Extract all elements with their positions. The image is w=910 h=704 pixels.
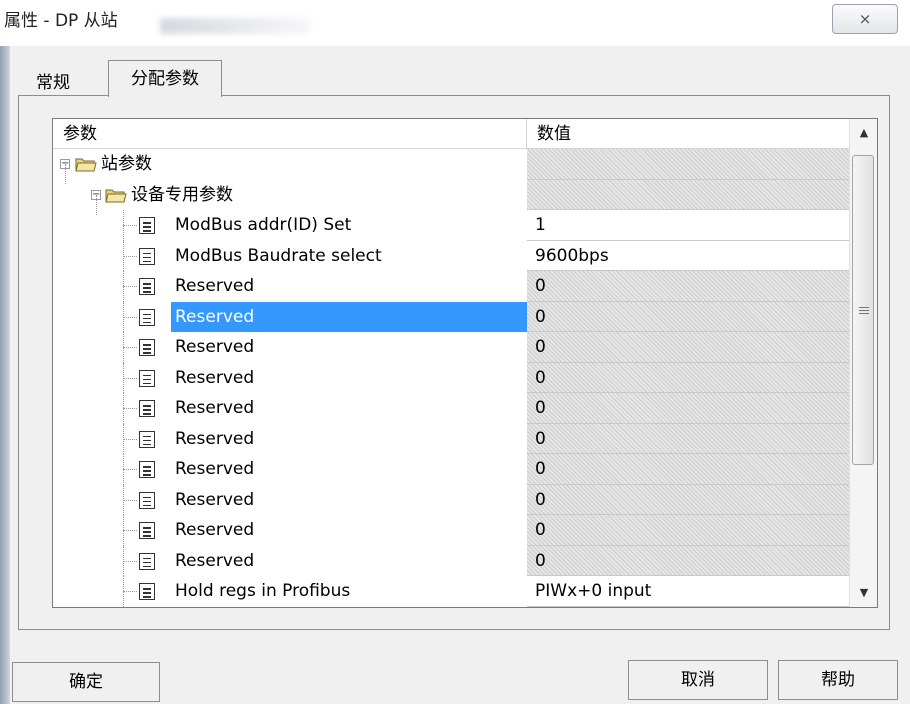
parameter-label[interactable]: Reserved bbox=[175, 485, 254, 515]
tree-line bbox=[123, 255, 137, 257]
tree-line bbox=[123, 438, 137, 440]
scroll-down-icon[interactable]: ▼ bbox=[850, 579, 877, 607]
parameter-label[interactable]: Reserved bbox=[175, 393, 254, 423]
grip-line bbox=[859, 310, 869, 311]
parameter-icon bbox=[139, 217, 155, 234]
close-button[interactable]: ⨯ bbox=[832, 4, 898, 34]
parameter-icon bbox=[139, 278, 155, 295]
tree-folder-label[interactable]: 设备专用参数 bbox=[131, 180, 233, 210]
tree-line bbox=[123, 469, 137, 470]
table-row[interactable]: Hold regs in Profibus PIWx+0 input bbox=[53, 576, 849, 607]
table-row[interactable]: − 设备专用参数 bbox=[53, 179, 849, 210]
parameter-label[interactable]: Reserved bbox=[175, 515, 254, 545]
parameter-label[interactable]: Reserved bbox=[175, 332, 254, 362]
table-row[interactable]: Reserved 0 bbox=[53, 423, 849, 454]
parameter-icon bbox=[139, 400, 155, 417]
tree-line bbox=[123, 377, 137, 379]
tree-line bbox=[65, 164, 66, 184]
table-row[interactable]: − 站参数 bbox=[53, 149, 849, 180]
parameter-list[interactable]: 参数 数值 − 站参数 − 设备专用参数 ModBus addr(ID) Set 1 Mod… bbox=[52, 118, 878, 608]
grip-line bbox=[859, 313, 869, 314]
parameter-value: 0 bbox=[527, 545, 849, 576]
parameter-icon bbox=[139, 430, 155, 448]
parameter-value[interactable]: 1 bbox=[527, 210, 849, 241]
tree-folder-label[interactable]: 站参数 bbox=[101, 149, 152, 179]
close-icon: ⨯ bbox=[858, 10, 872, 28]
table-row[interactable]: Reserved 0 bbox=[53, 454, 849, 485]
parameter-label[interactable]: ModBus addr(ID) Set bbox=[175, 210, 351, 240]
parameter-icon bbox=[139, 339, 155, 356]
table-row[interactable]: Reserved 0 bbox=[53, 332, 849, 363]
window-title: 属性 - DP 从站 bbox=[4, 11, 118, 31]
tree-line bbox=[123, 408, 137, 409]
ok-button[interactable]: 确定 bbox=[12, 662, 160, 702]
parameter-label[interactable]: Reserved bbox=[175, 271, 254, 301]
parameter-value: 0 bbox=[527, 301, 849, 332]
table-row[interactable]: ModBus Baudrate select 9600bps bbox=[53, 240, 849, 271]
table-row[interactable]: Reserved 0 bbox=[53, 515, 849, 546]
parameter-value: 0 bbox=[527, 332, 849, 363]
parameter-icon bbox=[139, 369, 155, 387]
parameter-icon bbox=[139, 583, 155, 600]
parameter-value bbox=[527, 149, 849, 180]
parameter-icon bbox=[139, 247, 155, 265]
tree-line bbox=[123, 499, 137, 501]
tree-line bbox=[123, 560, 137, 562]
table-row[interactable]: Reserved 0 bbox=[53, 362, 849, 393]
parameter-value: 0 bbox=[527, 454, 849, 485]
column-header-value[interactable]: 数值 bbox=[527, 119, 849, 149]
table-row[interactable]: Reserved 0 bbox=[53, 301, 849, 332]
tree-line bbox=[96, 195, 97, 215]
parameter-label[interactable]: Reserved bbox=[175, 363, 254, 393]
tree-line bbox=[123, 225, 137, 226]
parameter-icon bbox=[139, 308, 155, 326]
tab-assign-params[interactable]: 分配参数 bbox=[108, 60, 222, 97]
table-row[interactable]: Reserved 0 bbox=[53, 484, 849, 515]
scrollbar-thumb[interactable] bbox=[852, 155, 874, 465]
parameter-icon bbox=[139, 552, 155, 570]
background-window-edge bbox=[0, 0, 10, 704]
parameter-value: 0 bbox=[527, 362, 849, 393]
parameter-value[interactable]: 9600bps bbox=[527, 240, 849, 271]
table-row[interactable]: Reserved 0 bbox=[53, 393, 849, 424]
tree-line bbox=[123, 530, 137, 531]
tree-line bbox=[123, 347, 137, 348]
table-row[interactable]: Reserved 0 bbox=[53, 271, 849, 302]
parameter-value: 0 bbox=[527, 271, 849, 302]
tree-line bbox=[123, 591, 137, 592]
help-button[interactable]: 帮助 bbox=[778, 660, 898, 700]
title-bar bbox=[0, 0, 910, 46]
folder-open-icon bbox=[75, 156, 97, 172]
parameter-value bbox=[527, 179, 849, 210]
table-row[interactable]: ModBus addr(ID) Set 1 bbox=[53, 210, 849, 241]
parameter-label[interactable]: Reserved bbox=[175, 454, 254, 484]
parameter-label[interactable]: ModBus Baudrate select bbox=[175, 241, 382, 271]
folder-open-icon bbox=[105, 187, 127, 203]
tree-line bbox=[123, 316, 137, 318]
parameter-icon bbox=[139, 461, 155, 478]
column-header-param[interactable]: 参数 bbox=[53, 119, 527, 149]
parameter-value: 0 bbox=[527, 515, 849, 546]
vertical-scrollbar[interactable]: ▲ ▼ bbox=[849, 119, 877, 607]
parameter-value[interactable]: PIWx+0 input bbox=[527, 576, 849, 607]
grip-line bbox=[859, 307, 869, 308]
cancel-button[interactable]: 取消 bbox=[628, 660, 768, 700]
tree-line bbox=[123, 286, 137, 287]
parameter-icon bbox=[139, 491, 155, 509]
scroll-up-icon[interactable]: ▲ bbox=[850, 119, 877, 147]
parameter-label[interactable]: Hold regs in Profibus bbox=[175, 576, 350, 606]
table-row[interactable]: Reserved 0 bbox=[53, 545, 849, 576]
parameter-label[interactable]: Reserved bbox=[175, 424, 254, 454]
parameter-value: 0 bbox=[527, 484, 849, 515]
parameter-label[interactable]: Reserved bbox=[171, 301, 531, 332]
parameter-label[interactable]: Reserved bbox=[175, 546, 254, 576]
title-blur bbox=[160, 18, 310, 34]
parameter-value: 0 bbox=[527, 393, 849, 424]
parameter-value: 0 bbox=[527, 423, 849, 454]
parameter-icon bbox=[139, 522, 155, 539]
